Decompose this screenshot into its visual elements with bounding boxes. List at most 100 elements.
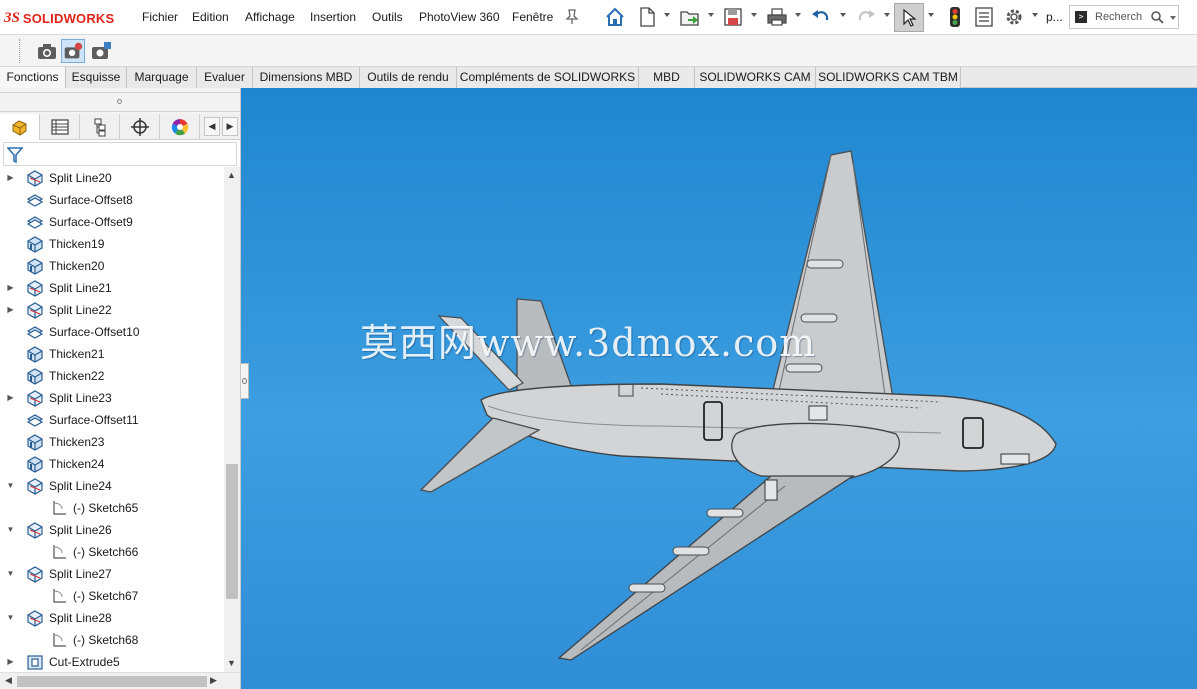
scroll-right-arrow[interactable]: ▶ xyxy=(210,675,217,686)
tree-item[interactable]: ▶ Split Line23 xyxy=(0,387,224,409)
tree-item[interactable]: ▼ Split Line24 xyxy=(0,475,224,497)
camera-icon[interactable] xyxy=(35,39,59,63)
collapse-arrow-icon[interactable]: ▼ xyxy=(6,525,15,535)
tree-item[interactable]: (-) Sketch65 xyxy=(0,497,224,519)
tree-item[interactable]: ▼ Split Line26 xyxy=(0,519,224,541)
tab-dimxpert-manager[interactable] xyxy=(120,114,160,140)
tab-display-manager[interactable] xyxy=(160,114,200,140)
tabs-scroll-left[interactable]: ◀ xyxy=(204,117,220,136)
undo-icon[interactable] xyxy=(810,6,832,28)
expand-arrow-icon[interactable]: ▶ xyxy=(6,305,15,315)
tab-solidworks-cam-tbm[interactable]: SOLIDWORKS CAM TBM xyxy=(816,67,961,88)
menu-insertion[interactable]: Insertion xyxy=(310,10,356,24)
tab-marquage[interactable]: Marquage xyxy=(127,67,197,88)
print-icon[interactable] xyxy=(766,6,788,28)
menu-edition[interactable]: Edition xyxy=(192,10,229,24)
open-dropdown-caret[interactable] xyxy=(708,13,714,17)
undo-dropdown-caret[interactable] xyxy=(840,13,846,17)
collapse-arrow-icon[interactable]: ▼ xyxy=(6,569,15,579)
tab-feature-manager[interactable] xyxy=(0,114,40,140)
tree-item[interactable]: Surface-Offset11 xyxy=(0,409,224,431)
redo-dropdown-caret[interactable] xyxy=(884,13,890,17)
pin-icon[interactable] xyxy=(565,9,579,25)
tabs-scroll-right[interactable]: ▶ xyxy=(222,117,238,136)
tab-configuration-manager[interactable] xyxy=(80,114,120,140)
tree-item[interactable]: Thicken22 xyxy=(0,365,224,387)
tree-item[interactable]: Thicken20 xyxy=(0,255,224,277)
scroll-left-arrow[interactable]: ◀ xyxy=(5,675,12,686)
print-dropdown-caret[interactable] xyxy=(795,13,801,17)
save-icon[interactable] xyxy=(722,6,744,28)
tree-item[interactable]: Thicken21 xyxy=(0,343,224,365)
tree-filter-input[interactable] xyxy=(3,142,237,166)
tab-solidworks-cam[interactable]: SOLIDWORKS CAM xyxy=(695,67,816,88)
scroll-down-arrow[interactable]: ▼ xyxy=(227,658,236,668)
home-icon[interactable] xyxy=(604,6,626,28)
traffic-light-icon[interactable] xyxy=(944,6,966,28)
tree-horizontal-scrollbar[interactable]: ◀ ▶ xyxy=(0,672,240,689)
tree-item[interactable]: ▶ Split Line20 xyxy=(0,167,224,189)
menu-photoview[interactable]: PhotoView 360 xyxy=(419,10,500,24)
redo-icon[interactable] xyxy=(855,6,877,28)
tree-item[interactable]: Surface-Offset9 xyxy=(0,211,224,233)
overflow-menu[interactable]: p... xyxy=(1046,10,1063,24)
options-gear-icon[interactable] xyxy=(1003,6,1025,28)
new-dropdown-caret[interactable] xyxy=(664,13,670,17)
tab-evaluer[interactable]: Evaluer xyxy=(197,67,253,88)
expand-arrow-icon[interactable]: ▶ xyxy=(6,283,15,293)
save-dropdown-caret[interactable] xyxy=(751,13,757,17)
tab-dimensions-mbd[interactable]: Dimensions MBD xyxy=(253,67,360,88)
expand-arrow-icon[interactable]: ▶ xyxy=(6,657,15,667)
collapse-arrow-icon[interactable]: ▼ xyxy=(6,613,15,623)
expand-arrow-icon[interactable]: ▶ xyxy=(6,173,15,183)
tree-item[interactable]: Thicken19 xyxy=(0,233,224,255)
engine-pod-lower-3 xyxy=(628,583,666,593)
tree-item-label: Thicken22 xyxy=(49,369,105,383)
tab-complements[interactable]: Compléments de SOLIDWORKS xyxy=(457,67,639,88)
menu-fenetre[interactable]: Fenêtre xyxy=(512,10,553,24)
file-properties-icon[interactable] xyxy=(973,6,995,28)
tree-item[interactable]: (-) Sketch67 xyxy=(0,585,224,607)
panel-resize-grip[interactable] xyxy=(117,99,122,104)
menu-fichier[interactable]: Fichier xyxy=(142,10,178,24)
collapse-arrow-icon[interactable]: ▼ xyxy=(6,481,15,491)
tree-item[interactable]: ▼ Split Line28 xyxy=(0,607,224,629)
scroll-up-arrow[interactable]: ▲ xyxy=(227,170,236,180)
tree-item[interactable]: ▶ Cut-Extrude5 xyxy=(0,651,224,672)
search-input[interactable]: > Recherch xyxy=(1069,5,1179,29)
menu-outils[interactable]: Outils xyxy=(372,10,403,24)
select-dropdown-caret[interactable] xyxy=(928,13,934,17)
expand-arrow-icon[interactable]: ▶ xyxy=(6,393,15,403)
tab-outils-de-rendu[interactable]: Outils de rendu xyxy=(360,67,457,88)
toolbar-grip[interactable] xyxy=(19,39,21,63)
scroll-thumb[interactable] xyxy=(226,464,238,599)
tree-vertical-scrollbar[interactable]: ▲ ▼ xyxy=(224,167,240,672)
new-document-icon[interactable] xyxy=(636,6,658,28)
tree-item[interactable]: Thicken23 xyxy=(0,431,224,453)
open-icon[interactable] xyxy=(679,6,701,28)
tab-mbd[interactable]: MBD xyxy=(639,67,695,88)
tree-item[interactable]: ▶ Split Line22 xyxy=(0,299,224,321)
tree-item[interactable]: ▼ Split Line27 xyxy=(0,563,224,585)
scroll-thumb[interactable] xyxy=(17,676,207,687)
tree-item[interactable]: (-) Sketch66 xyxy=(0,541,224,563)
select-button[interactable] xyxy=(894,3,924,32)
tab-fonctions[interactable]: Fonctions xyxy=(0,67,66,88)
aircraft-model[interactable] xyxy=(241,88,1197,689)
search-dropdown-caret[interactable] xyxy=(1170,16,1176,20)
filter-funnel-icon[interactable] xyxy=(7,146,23,164)
tree-item[interactable]: ▶ Split Line21 xyxy=(0,277,224,299)
tree-item[interactable]: Surface-Offset10 xyxy=(0,321,224,343)
menu-affichage[interactable]: Affichage xyxy=(245,10,295,24)
record-view-button[interactable] xyxy=(61,39,85,63)
tree-item[interactable]: Surface-Offset8 xyxy=(0,189,224,211)
search-icon[interactable] xyxy=(1150,10,1164,24)
tree-item[interactable]: Thicken24 xyxy=(0,453,224,475)
options-dropdown-caret[interactable] xyxy=(1032,13,1038,17)
capture-icon[interactable] xyxy=(89,39,113,63)
tab-esquisse[interactable]: Esquisse xyxy=(66,67,127,88)
tab-property-manager[interactable] xyxy=(40,114,80,140)
solidworks-logo[interactable]: 3S SOLIDWORKS xyxy=(4,7,114,29)
tree-item[interactable]: (-) Sketch68 xyxy=(0,629,224,651)
graphics-area[interactable]: 莫西网www.3dmox.com xyxy=(241,88,1197,689)
